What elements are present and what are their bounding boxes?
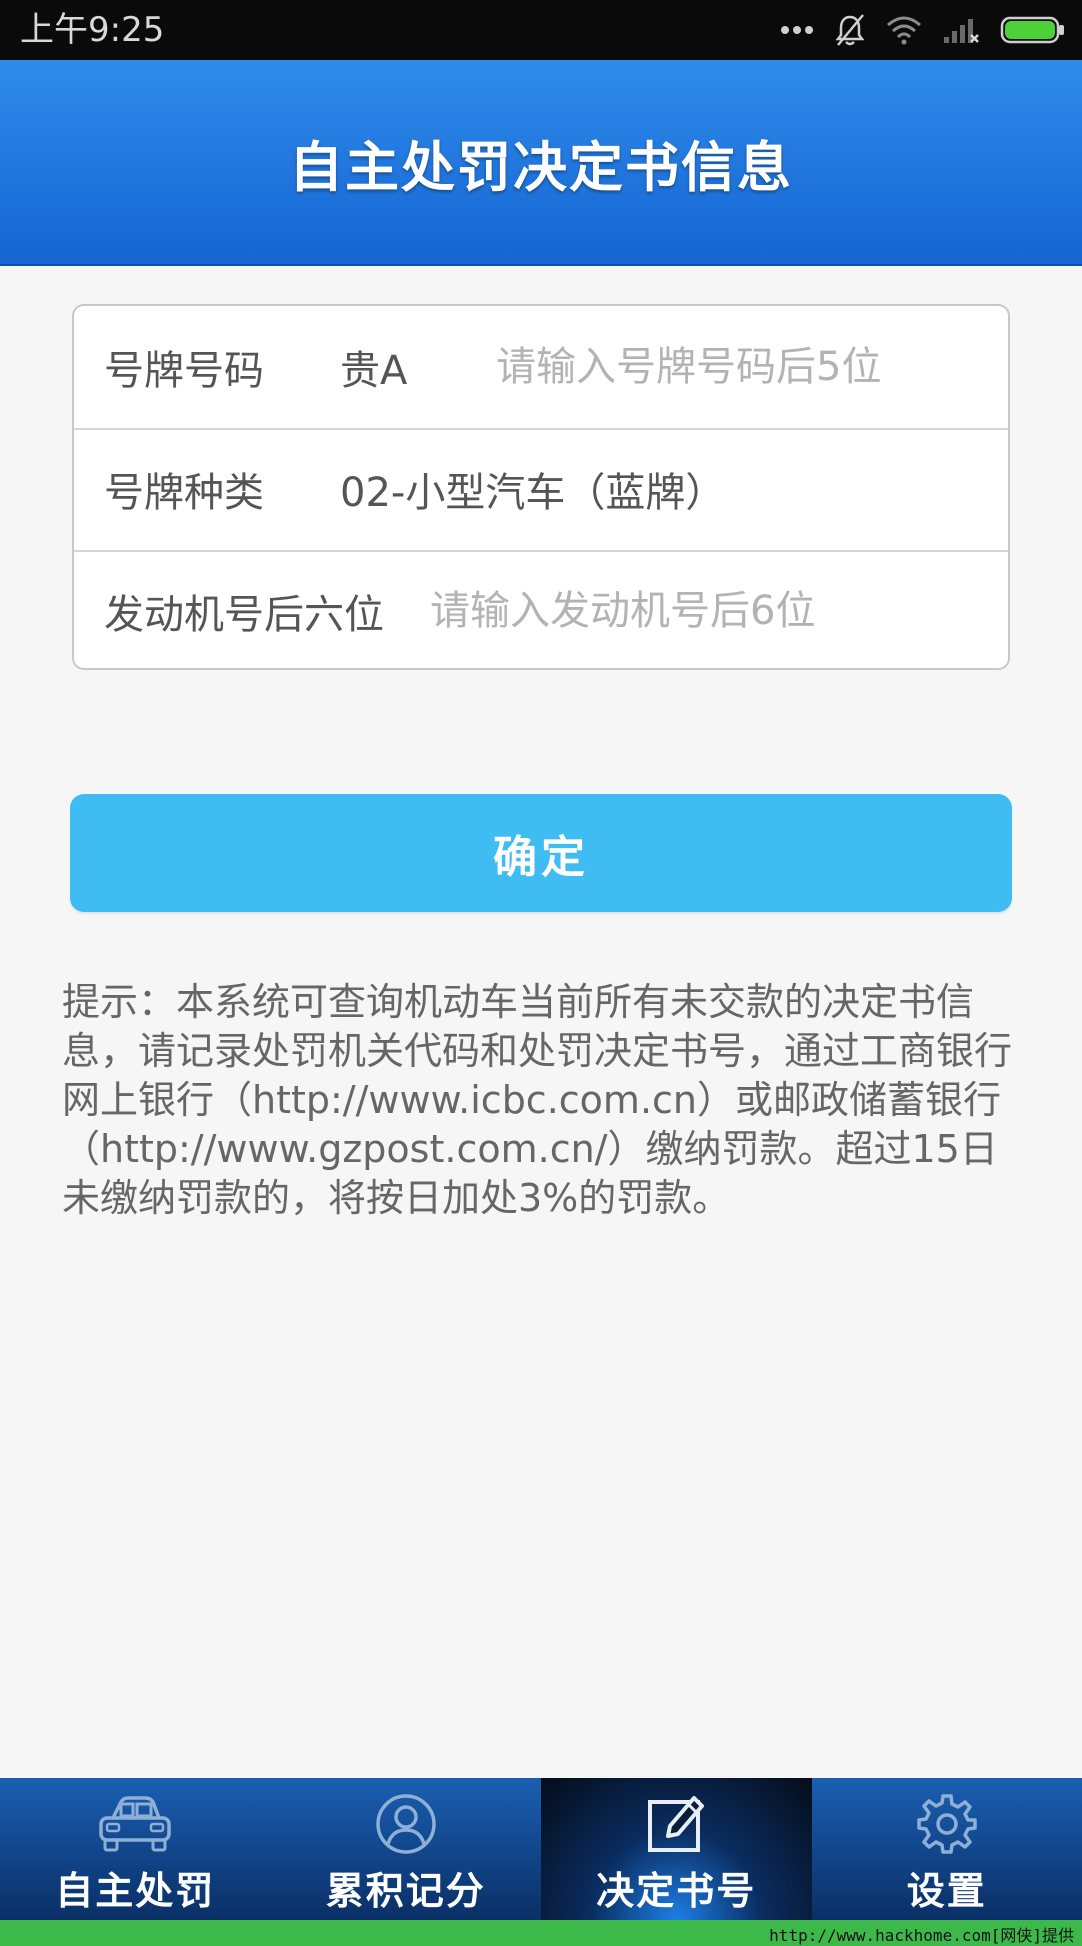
user-icon — [376, 1794, 436, 1854]
nav-item-accumulated-points[interactable]: 累积记分 — [271, 1778, 542, 1920]
battery-icon — [1000, 16, 1064, 44]
watermark-bar: http://www.hackhome.com[网侠]提供 — [0, 1920, 1082, 1946]
nav-label: 决定书号 — [596, 1869, 757, 1913]
nav-label: 累积记分 — [325, 1869, 486, 1913]
nav-item-self-penalty[interactable]: 自主处罚 — [0, 1778, 271, 1920]
nav-label: 设置 — [906, 1869, 987, 1913]
watermark-text: http://www.hackhome.com[网侠]提供 — [769, 1926, 1074, 1945]
bottom-nav: 自主处罚 累积记分 决定书号 设置 — [0, 1778, 1082, 1920]
plate-number-label: 号牌号码 — [104, 348, 264, 394]
edit-icon — [648, 1796, 705, 1852]
page-title: 自主处罚决定书信息 — [289, 135, 793, 199]
wifi-icon — [887, 16, 921, 45]
query-form: 号牌号码 贵A 号牌种类 02-小型汽车（蓝牌） 发动机号后六位 — [72, 304, 1010, 670]
more-dots-icon — [781, 26, 813, 34]
status-bar: 上午9:25 — [0, 0, 1082, 60]
plate-type-select[interactable]: 02-小型汽车（蓝牌） — [340, 460, 725, 518]
confirm-button[interactable]: 确定 — [70, 794, 1012, 912]
plate-type-label: 号牌种类 — [104, 470, 264, 516]
plate-type-row[interactable]: 号牌种类 02-小型汽车（蓝牌） — [74, 428, 1008, 552]
nav-item-settings[interactable]: 设置 — [812, 1778, 1082, 1920]
signal-no-service-icon — [944, 19, 979, 43]
status-icons — [780, 12, 1066, 48]
status-time: 上午9:25 — [20, 10, 165, 50]
engine-number-row: 发动机号后六位 — [74, 550, 1008, 672]
bell-muted-icon — [835, 14, 865, 46]
plate-prefix: 贵A — [340, 348, 408, 394]
title-bar: 自主处罚决定书信息 — [0, 60, 1082, 266]
engine-number-input[interactable] — [428, 580, 998, 642]
plate-number-input[interactable] — [494, 336, 998, 398]
nav-label: 自主处罚 — [55, 1869, 216, 1913]
nav-item-decision-number[interactable]: 决定书号 — [541, 1778, 812, 1920]
engine-number-label: 发动机号后六位 — [104, 592, 384, 638]
plate-number-row: 号牌号码 贵A — [74, 306, 1008, 430]
tip-text: 提示：本系统可查询机动车当前所有未交款的决定书信息，请记录处罚机关代码和处罚决定… — [62, 980, 1013, 1220]
gear-icon — [917, 1794, 977, 1854]
car-icon — [99, 1796, 171, 1852]
